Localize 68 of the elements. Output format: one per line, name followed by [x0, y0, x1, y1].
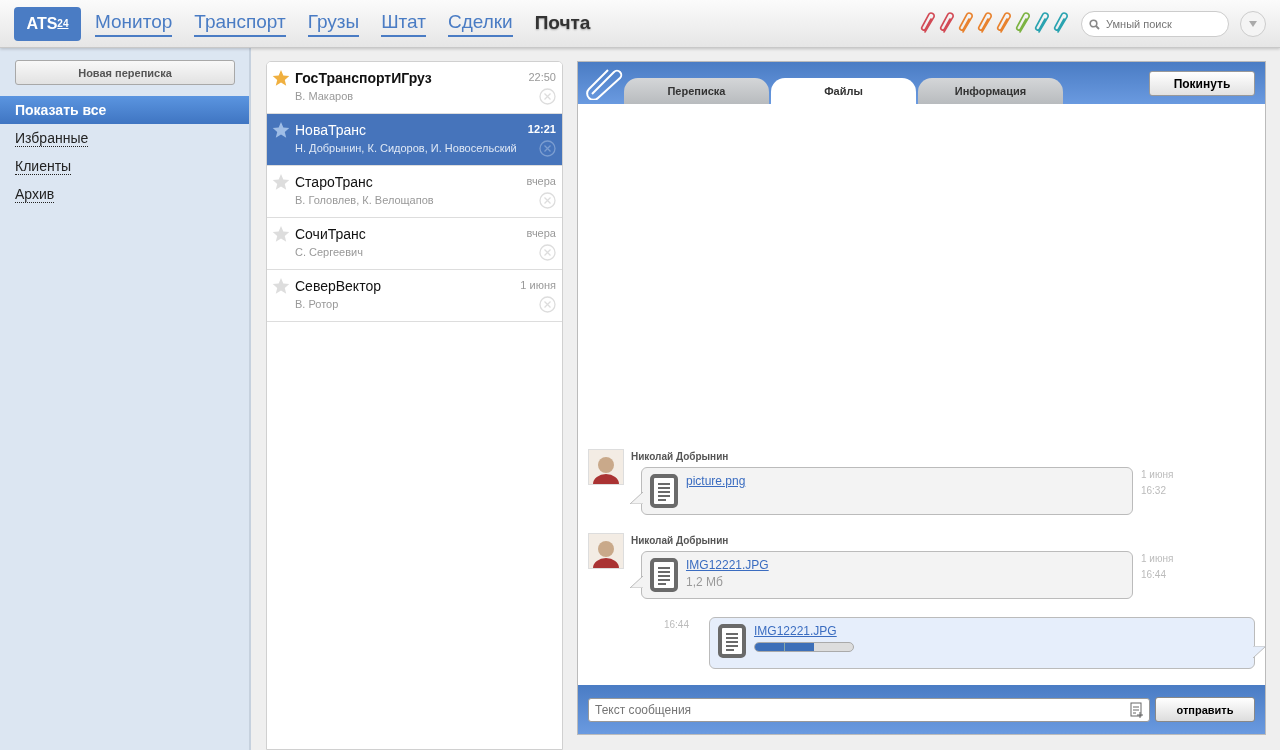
avatar-placeholder [587, 449, 624, 485]
nav-link[interactable]: Штат [381, 10, 426, 37]
sidebar-item[interactable]: Избранные [0, 124, 249, 152]
star-icon[interactable] [272, 225, 290, 243]
conversation-participants: Н. Добрынин, К. Сидоров, И. Новосельский [295, 141, 518, 156]
star-icon[interactable] [272, 121, 290, 139]
file-link[interactable]: IMG12221.JPG [685, 558, 769, 572]
file-size: 1,2 Мб [685, 575, 724, 589]
tab[interactable]: Информация [917, 78, 1063, 104]
conversation-participants: В. Макаров [295, 89, 355, 104]
conversation-time: вчера [526, 226, 556, 241]
document-icon [649, 474, 678, 508]
nav-link[interactable]: Монитор [95, 10, 173, 37]
tab[interactable]: Переписка [623, 78, 769, 104]
nav-link[interactable]: Сделки [447, 10, 513, 37]
sidebar-item[interactable]: Архив [0, 180, 249, 208]
close-icon[interactable] [538, 140, 556, 157]
conversation-title: НоваТранс [295, 121, 368, 140]
sidebar-item[interactable]: Клиенты [0, 152, 249, 180]
star-icon[interactable] [272, 277, 290, 295]
paperclip-icon[interactable] [939, 11, 957, 36]
message-time: 16:44 [1140, 568, 1167, 582]
paperclip-icon[interactable] [977, 11, 995, 36]
tab[interactable]: Файлы [770, 78, 916, 104]
message-author: Николай Добрынин [630, 535, 730, 546]
message-date: 1 июня [1140, 468, 1174, 482]
sidebar-item[interactable]: Показать все [0, 96, 249, 124]
paperclip-icon[interactable] [920, 11, 938, 36]
nav-link[interactable]: Транспорт [194, 10, 286, 37]
attach-note-icon[interactable] [1130, 701, 1144, 718]
paperclip-icon[interactable] [1034, 11, 1052, 36]
conversation-participants: С. Сергеевич [295, 245, 364, 260]
paperclip-icon[interactable] [996, 11, 1014, 36]
conversation-time: 12:21 [527, 122, 556, 137]
message-time: 16:44 [663, 618, 689, 632]
nav-link[interactable]: Грузы [307, 10, 360, 37]
star-icon[interactable] [272, 173, 290, 191]
star-icon[interactable] [272, 69, 290, 87]
file-link[interactable]: picture.png [685, 474, 746, 488]
conversation-title: СочиТранс [295, 225, 367, 244]
leave-button[interactable]: Покинуть [1149, 71, 1255, 96]
conversation-title: ГосТранспортИГруз [295, 69, 433, 88]
conversation-time: вчера [526, 174, 556, 189]
caret-icon [1249, 20, 1257, 27]
paperclip-icon[interactable] [958, 11, 976, 36]
file-link[interactable]: IMG12221.JPG [754, 624, 854, 638]
paperclip-icon[interactable] [1053, 11, 1071, 36]
new-conversation-button[interactable]: Новая переписка [15, 60, 235, 85]
send-button[interactable]: отправить [1155, 697, 1255, 722]
conversation-title: СеверВектор [295, 277, 382, 296]
nav-link[interactable]: Почта [534, 11, 591, 36]
conversation-participants: В. Головлев, К. Велощапов [295, 193, 435, 208]
document-icon [649, 558, 678, 592]
message-input[interactable]: Текст сообщения [587, 697, 1150, 722]
conversation-title: СтароТранс [295, 173, 374, 192]
dropdown-button[interactable] [1240, 10, 1266, 37]
conversation-participants: В. Ротор [295, 297, 340, 312]
conversation-row[interactable]: НоваТранс 12:21 Н. Добрынин, К. Сидоров, И. Новосельский [267, 114, 562, 166]
message-date: 1 июня [1140, 552, 1174, 566]
message-author: Николай Добрынин [630, 451, 730, 462]
document-icon [718, 624, 746, 658]
message-time: 16:32 [1140, 484, 1167, 498]
conversation-time: 1 июня [520, 278, 556, 293]
conversation-time: 22:50 [528, 70, 556, 85]
paperclip-icon[interactable] [1015, 11, 1033, 36]
conversation-row[interactable]: ГосТранспортИГруз 22:50 В. Макаров [267, 62, 562, 114]
avatar-placeholder [587, 533, 624, 569]
search-field[interactable]: Умный поиск [1081, 10, 1229, 37]
